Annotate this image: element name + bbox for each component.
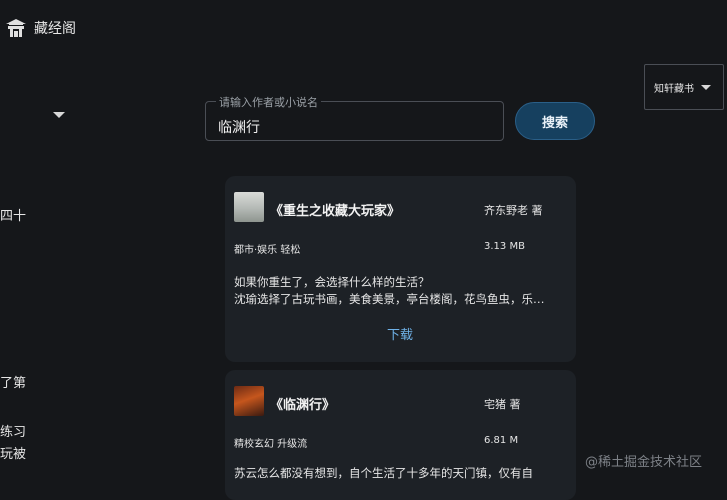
pavilion-icon	[4, 18, 28, 38]
book-tags: 都市·娱乐 轻松	[234, 245, 301, 256]
sidebar-text-fragment: 玩被	[0, 447, 27, 462]
book-tags: 精校玄幻 升级流	[234, 439, 308, 450]
book-card: 《重生之收藏大玩家》 齐东野老 著 都市·娱乐 轻松 3.13 MB 如果你重生…	[225, 176, 576, 362]
sidebar-dropdown-caret-icon[interactable]	[53, 112, 65, 118]
app-logo: 藏经阁	[4, 18, 76, 38]
book-title: 《重生之收藏大玩家》	[270, 204, 401, 219]
sidebar-text-fragment: 四十	[0, 209, 27, 224]
sidebar-text-fragment: 了第	[0, 376, 27, 391]
book-description: 如果你重生了，会选择什么样的生活？ 沈瑜选择了古玩书画，美食美景，亭台楼阁，花鸟…	[234, 275, 545, 306]
download-button[interactable]: 下载	[387, 324, 413, 343]
book-file-size: 6.81 M	[484, 435, 519, 446]
book-description: 苏云怎么都没有想到，自个生活了十多年的天门镇，仅有自	[234, 466, 533, 480]
book-author: 齐东野老 著	[484, 204, 543, 217]
app-title: 藏经阁	[34, 21, 76, 37]
book-card: 《临渊行》 宅猪 著 精校玄幻 升级流 6.81 M 苏云怎么都没有想到，自个生…	[225, 370, 576, 500]
search-button[interactable]: 搜索	[515, 102, 595, 140]
book-author: 宅猪 著	[484, 398, 521, 411]
search-input[interactable]: 请输入作者或小说名 临渊行	[205, 94, 504, 141]
chevron-down-icon	[701, 85, 711, 90]
sidebar-text-fragment: 练习	[0, 425, 27, 440]
source-select[interactable]: 知轩藏书	[644, 64, 724, 110]
book-cover-image	[234, 192, 264, 222]
book-file-size: 3.13 MB	[484, 241, 525, 252]
book-title: 《临渊行》	[270, 398, 336, 413]
source-select-value: 知轩藏书	[654, 83, 694, 95]
watermark: @稀土掘金技术社区	[585, 455, 703, 470]
search-input-value[interactable]: 临渊行	[218, 117, 260, 137]
search-input-label: 请输入作者或小说名	[216, 94, 321, 110]
book-cover-image	[234, 386, 264, 416]
